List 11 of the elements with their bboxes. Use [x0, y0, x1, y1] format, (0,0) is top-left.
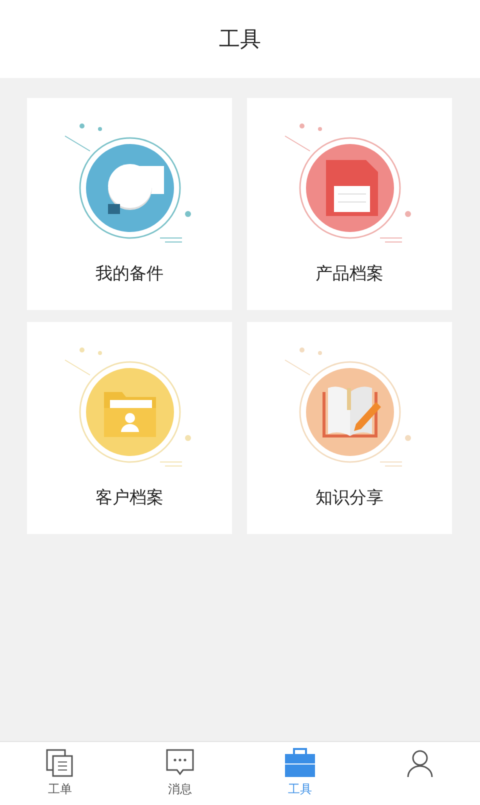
tool-card[interactable]: 知识分享: [247, 322, 452, 534]
page-title: 工具: [219, 26, 261, 53]
person-icon: [405, 748, 435, 778]
tool-card[interactable]: 产品档案: [247, 98, 452, 310]
message-icon: [165, 748, 195, 778]
nav-tab[interactable]: 工单: [0, 742, 120, 805]
nav-tab[interactable]: 消息: [120, 742, 240, 805]
documents-icon: [45, 748, 75, 778]
toolbox-icon: [284, 748, 316, 778]
tool-card[interactable]: 我的备件: [27, 98, 232, 310]
tool-card[interactable]: 客户档案: [27, 322, 232, 534]
